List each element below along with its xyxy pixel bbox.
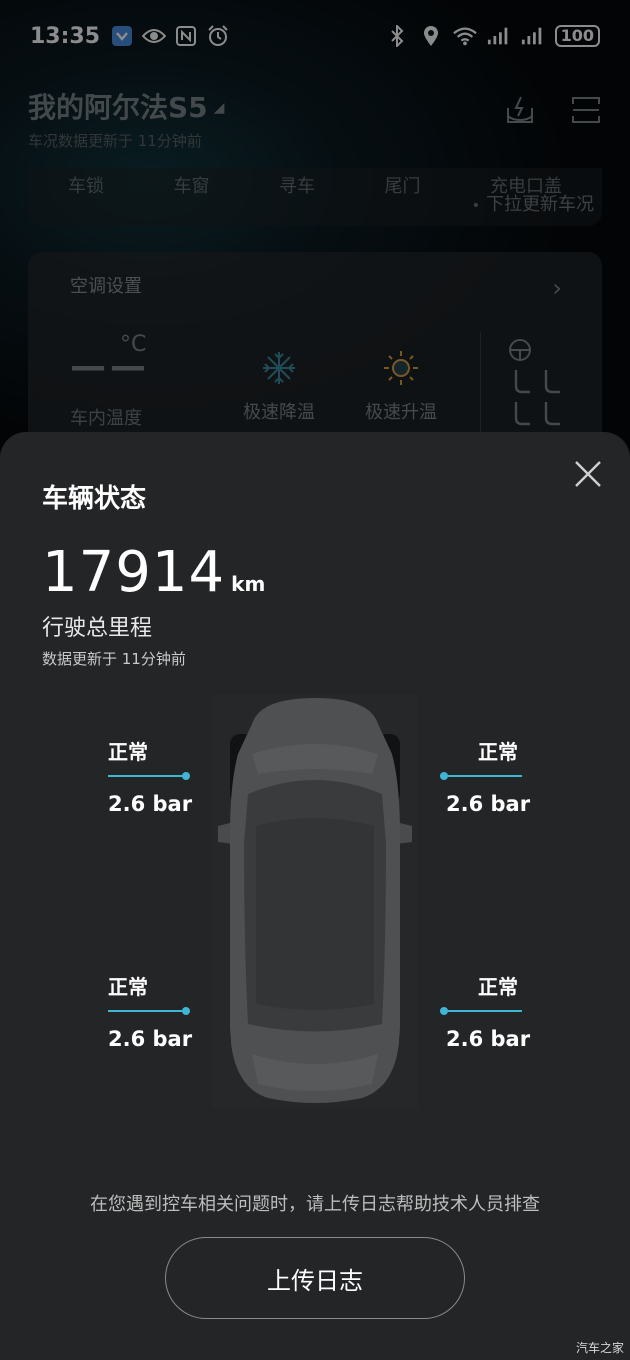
upload-log-button[interactable]: 上传日志 [165,1237,465,1319]
sheet-update-text: 数据更新于 11分钟前 [42,650,186,668]
tire-rear-left-line [108,1010,186,1012]
mileage-label: 行驶总里程 [42,616,153,641]
mileage-value: 17914 [42,540,226,605]
close-button[interactable] [570,456,606,492]
tire-front-left-line [108,775,186,777]
mileage-unit: km [231,572,266,596]
tire-front-left-dot [182,772,190,780]
sheet-title: 车辆状态 [42,484,147,514]
tire-front-left-pressure: 2.6 bar [108,792,193,816]
car-illustration [218,698,412,1103]
tire-rear-left-status: 正常 [108,975,148,999]
watermark: 汽车之家 [575,1341,624,1355]
car-top-view [212,694,418,1108]
tire-front-left-status: 正常 [108,740,148,764]
tire-front-right-line [444,775,522,777]
tire-rear-right-line [444,1010,522,1012]
mileage-row: 17914 km [42,540,265,605]
background-dim-overlay [0,0,630,460]
close-icon [575,461,601,487]
tire-rear-left-dot [182,1007,190,1015]
tire-rear-right-pressure: 2.6 bar [446,1027,531,1051]
vehicle-status-sheet: 车辆状态 17914 km 行驶总里程 数据更新于 11分钟前 正常 2.6 b… [0,432,630,1360]
tire-rear-left-pressure: 2.6 bar [108,1027,193,1051]
tire-front-right-status: 正常 [478,740,518,764]
background-app: 13:35 100 我的阿尔法S5 ◢ 车况数据更新于 11分钟前 车锁 车窗 … [0,0,630,460]
tire-front-right-pressure: 2.6 bar [446,792,531,816]
help-text: 在您遇到控车相关问题时，请上传日志帮助技术人员排查 [90,1194,540,1215]
tire-rear-right-status: 正常 [478,975,518,999]
